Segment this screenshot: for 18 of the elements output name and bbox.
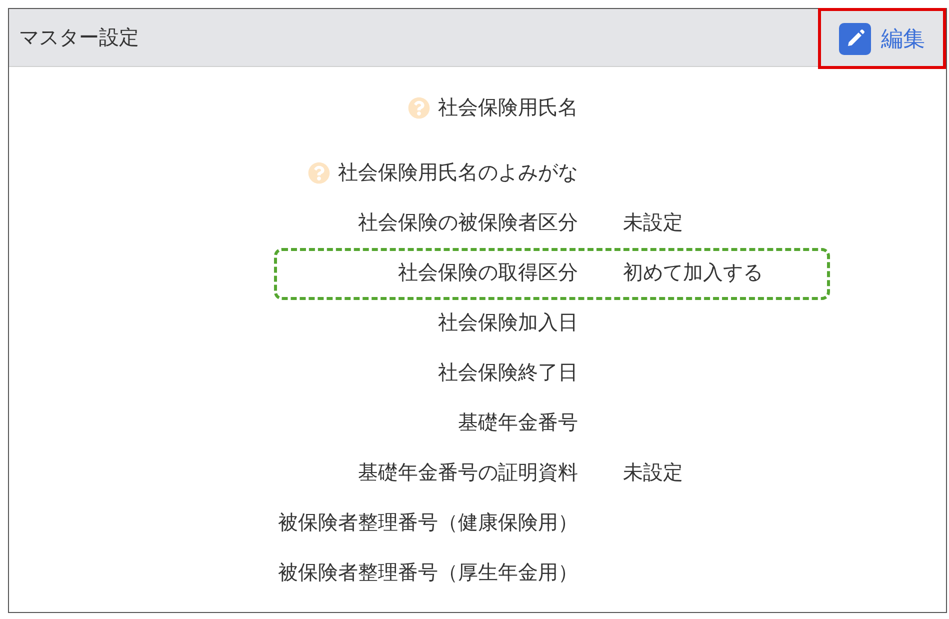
field-label: 被保険者整理番号（厚生年金用） bbox=[278, 561, 578, 586]
help-icon[interactable] bbox=[308, 162, 330, 184]
field-value: 初めて加入する bbox=[623, 261, 763, 286]
field-label: 社会保険用氏名のよみがな bbox=[338, 161, 578, 186]
field-value: 未設定 bbox=[623, 461, 683, 486]
field-label: 社会保険終了日 bbox=[438, 361, 578, 386]
field-label: 基礎年金番号 bbox=[458, 411, 578, 436]
field-label: 基礎年金番号の証明資料 bbox=[358, 461, 578, 486]
field-label: 社会保険用氏名 bbox=[438, 96, 578, 121]
edit-button[interactable]: 編集 bbox=[818, 8, 946, 69]
field-value: 未設定 bbox=[623, 211, 683, 236]
field-label: 被保険者整理番号（健康保険用） bbox=[278, 511, 578, 536]
field-label: 社会保険の取得区分 bbox=[398, 261, 578, 286]
help-icon[interactable] bbox=[408, 97, 430, 119]
field-label: 社会保険の被保険者区分 bbox=[358, 211, 578, 236]
panel-title: マスター設定 bbox=[18, 26, 139, 50]
pencil-icon bbox=[839, 22, 871, 54]
field-label: 社会保険加入日 bbox=[438, 311, 578, 336]
